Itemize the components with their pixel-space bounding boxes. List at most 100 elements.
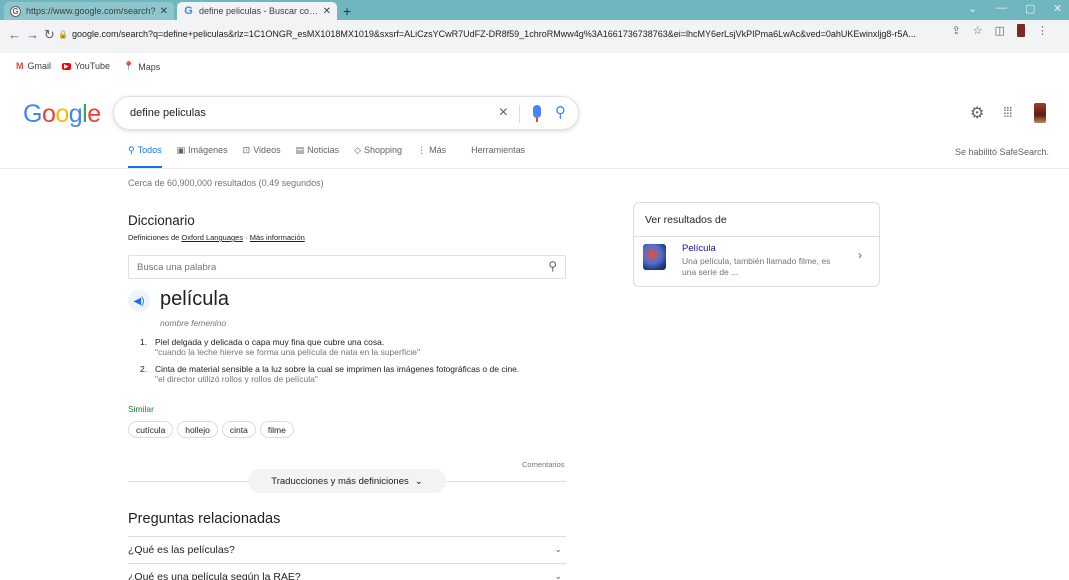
similar-chip[interactable]: filme: [259, 421, 294, 438]
tab-title: https://www.google.com/search?: [26, 6, 156, 16]
bookmark-label: Maps: [138, 61, 161, 72]
related-questions-title: Preguntas relacionadas: [128, 511, 281, 527]
headword: película: [160, 288, 229, 310]
oxford-languages-link[interactable]: Oxford Languages: [181, 233, 243, 242]
search-icon: ⚲: [128, 145, 135, 155]
share-icon[interactable]: ⇪: [952, 24, 961, 37]
clear-icon[interactable]: ×: [499, 104, 508, 122]
question-text: ¿Qué es una película según la RAE?: [128, 570, 301, 580]
more-info-link[interactable]: Más información: [250, 233, 305, 242]
tab-shopping[interactable]: ◇ Shopping: [354, 145, 402, 169]
google-favicon-icon: G: [184, 5, 193, 17]
youtube-icon: ▶: [62, 62, 71, 70]
bookmark-maps[interactable]: 📍 Maps: [123, 61, 160, 72]
tab-label: Más: [429, 145, 447, 155]
dictionary-search-input[interactable]: Busca una palabra ⚲: [128, 255, 566, 279]
logo-letter: e: [87, 100, 101, 128]
definition-text: Piel delgada y delicada o capa muy fina …: [155, 337, 385, 347]
definition-text: Cinta de material sensible a la luz sobr…: [155, 364, 520, 374]
forward-arrow-icon[interactable]: →: [26, 27, 39, 42]
address-bar[interactable]: 🔒 google.com/search?q=define+peliculas&r…: [58, 24, 1048, 44]
search-box[interactable]: define peliculas × ⚲: [113, 96, 579, 130]
sidepanel-icon[interactable]: ◫: [995, 24, 1005, 37]
lock-icon: 🔒: [58, 29, 68, 39]
tab-label: Herramientas: [471, 145, 526, 155]
divider: [519, 105, 520, 123]
settings-gear-icon[interactable]: ⚙: [970, 103, 984, 123]
dictionary-title: Diccionario: [128, 213, 195, 228]
account-avatar[interactable]: [1034, 103, 1046, 123]
minimize-icon[interactable]: —: [996, 2, 1007, 14]
microphone-icon[interactable]: [533, 105, 541, 122]
logo-letter: g: [68, 100, 83, 128]
tab-herramientas[interactable]: Herramientas: [471, 145, 525, 169]
omnibox-actions: ⇪ ☆ ◫ ⋮: [945, 24, 1048, 37]
browser-toolbar: ← → ↻ 🔒 google.com/search?q=define+pelic…: [0, 20, 1069, 53]
chevron-down-icon: ⌄: [554, 571, 562, 580]
bookmark-label: Gmail: [27, 61, 52, 71]
browser-tab-0[interactable]: G https://www.google.com/search? ✕: [4, 2, 174, 20]
chevron-down-icon[interactable]: ⌄: [968, 2, 977, 15]
tab-label: Imágenes: [188, 145, 228, 155]
browser-tab-strip: G https://www.google.com/search? ✕ G def…: [0, 0, 1069, 20]
kebab-menu-icon[interactable]: ⋮: [1037, 24, 1048, 37]
chevron-right-icon[interactable]: ›: [858, 248, 862, 262]
related-question[interactable]: ¿Qué es las películas? ⌄: [128, 536, 566, 562]
similar-chip[interactable]: cutícula: [128, 421, 174, 438]
similar-chip[interactable]: hollejo: [177, 421, 218, 438]
question-text: ¿Qué es las películas?: [128, 543, 235, 556]
pelicula-link[interactable]: Película: [682, 243, 716, 254]
related-question[interactable]: ¿Qué es una película según la RAE? ⌄: [128, 563, 566, 580]
reload-icon[interactable]: ↻: [44, 27, 55, 43]
safesearch-notice[interactable]: Se habilitó SafeSearch.: [955, 147, 1049, 157]
tab-videos[interactable]: ⊡ Videos: [243, 145, 281, 169]
logo-letter: o: [41, 100, 56, 128]
search-icon[interactable]: ⚲: [548, 259, 557, 273]
google-logo[interactable]: Google: [23, 100, 101, 129]
search-icon[interactable]: ⚲: [555, 103, 566, 121]
results-stats: Cerca de 60,900,000 resultados (0.49 seg…: [128, 178, 324, 188]
search-tabs: ⚲ Todos ▣ Imágenes ⊡ Videos ▤ Noticias ◇…: [128, 145, 540, 169]
logo-letter: G: [23, 100, 42, 128]
tab-mas[interactable]: ⋮ Más: [417, 145, 446, 169]
definition-number: 1.: [140, 337, 148, 347]
search-input[interactable]: define peliculas: [130, 107, 206, 119]
movie-thumbnail[interactable]: [643, 244, 666, 270]
panel-title: Ver resultados de: [645, 214, 727, 226]
maximize-icon[interactable]: ▢: [1025, 2, 1035, 15]
tab-label: Videos: [253, 145, 281, 155]
star-icon[interactable]: ☆: [973, 24, 983, 37]
header-divider: [0, 168, 1069, 169]
button-label: Traducciones y más definiciones: [271, 475, 409, 487]
speaker-icon[interactable]: ◀): [128, 290, 150, 312]
apps-grid-icon[interactable]: ⁞⁞⁞: [1003, 104, 1013, 120]
tab-title: define peliculas - Buscar con Goo: [199, 6, 319, 16]
image-icon: ▣: [176, 145, 186, 155]
bookmark-gmail[interactable]: M Gmail: [16, 61, 51, 71]
url-text: google.com/search?q=define+peliculas&rlz…: [71, 29, 916, 39]
feedback-link[interactable]: Comentarios: [522, 460, 565, 469]
profile-avatar[interactable]: [1017, 24, 1025, 37]
translations-more-definitions-button[interactable]: Traducciones y más definiciones ⌄: [248, 469, 446, 493]
see-results-about-panel: Ver resultados de Película Una película,…: [633, 202, 880, 287]
new-tab-button[interactable]: +: [343, 3, 351, 19]
similar-chips: cutícula hollejo cinta filme: [128, 421, 294, 438]
chevron-down-icon: ⌄: [414, 475, 423, 487]
similar-chip[interactable]: cinta: [221, 421, 256, 438]
tab-todos[interactable]: ⚲ Todos: [128, 145, 162, 169]
window-close-icon[interactable]: ✕: [1053, 2, 1062, 15]
back-arrow-icon[interactable]: ←: [8, 27, 21, 42]
browser-tab-1[interactable]: G define peliculas - Buscar con Goo ✕: [177, 2, 337, 20]
source-separator: ·: [243, 233, 250, 242]
search-placeholder: Busca una palabra: [137, 261, 217, 273]
bookmark-youtube[interactable]: ▶ YouTube: [62, 61, 110, 71]
close-icon[interactable]: ✕: [160, 6, 168, 17]
tag-icon: ◇: [354, 145, 362, 155]
logo-letter: o: [55, 100, 69, 128]
close-icon[interactable]: ✕: [323, 6, 331, 17]
definition-example: "el director utilizó rollos y rollos de …: [155, 374, 318, 384]
similar-label: Similar: [128, 404, 154, 414]
tab-noticias[interactable]: ▤ Noticias: [296, 145, 340, 169]
tab-label: Noticias: [307, 145, 340, 155]
tab-imagenes[interactable]: ▣ Imágenes: [177, 145, 228, 169]
